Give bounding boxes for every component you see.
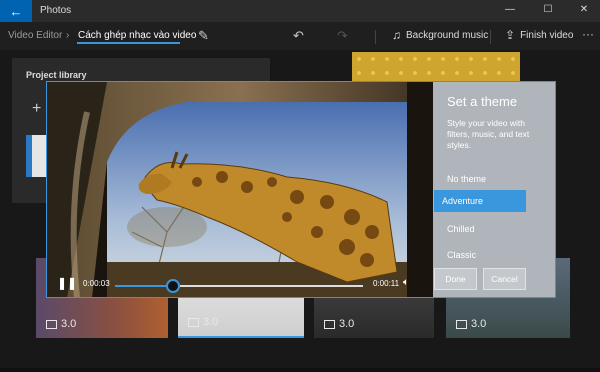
theme-option-chilled[interactable]: Chilled [447, 224, 475, 234]
title-bar: ← Photos — ☐ ✕ [0, 0, 600, 22]
toolbar-divider [375, 30, 376, 44]
end-time: 0:00:11 [373, 279, 400, 288]
back-button[interactable]: ← [0, 0, 32, 22]
image-icon [456, 319, 467, 329]
background-music-label: Background music [406, 29, 489, 41]
breadcrumb-active-underline [77, 42, 180, 44]
breadcrumb-video-editor[interactable]: Video Editor [8, 30, 62, 41]
finish-video-button[interactable]: ⇪ Finish video [505, 28, 573, 42]
app-title: Photos [40, 5, 72, 16]
toolbar: Video Editor › Cách ghép nhạc vào video … [0, 22, 600, 50]
back-arrow-icon: ← [9, 3, 23, 19]
current-time: 0:00:03 [83, 279, 110, 288]
theme-dialog-buttons: Done Cancel [434, 268, 526, 290]
theme-panel-title: Set a theme [447, 94, 518, 109]
tile-duration: 3.0 [324, 318, 354, 330]
theme-option-no-theme[interactable]: No theme [447, 174, 486, 184]
image-icon [188, 317, 199, 327]
giraffe-scene-image [47, 82, 433, 297]
tile-duration: 3.0 [188, 316, 218, 328]
breadcrumb-separator: › [66, 30, 70, 41]
more-options-icon[interactable]: ··· [582, 27, 594, 41]
volume-icon[interactable]: 🔈︎ [403, 277, 409, 288]
breadcrumb-project-name[interactable]: Cách ghép nhạc vào video [78, 30, 196, 41]
music-note-icon: ♫ [392, 28, 401, 42]
theme-option-classic[interactable]: Classic [447, 250, 476, 260]
minimize-button[interactable]: — [500, 4, 520, 15]
seek-thumb[interactable] [166, 279, 181, 293]
background-music-button[interactable]: ♫ Background music [392, 28, 488, 42]
image-icon [46, 319, 57, 329]
tile-duration: 3.0 [46, 318, 76, 330]
done-button[interactable]: Done [434, 268, 477, 290]
redo-icon[interactable]: ↷ [337, 28, 348, 44]
project-library-title: Project library [26, 70, 87, 80]
toolbar-divider [490, 30, 491, 44]
finish-video-label: Finish video [520, 29, 574, 41]
close-button[interactable]: ✕ [574, 4, 594, 15]
add-media-icon[interactable]: + [32, 100, 41, 118]
export-icon: ⇪ [505, 28, 516, 42]
cancel-button[interactable]: Cancel [483, 268, 526, 290]
seek-bar[interactable] [115, 279, 363, 293]
theme-panel: Set a theme Style your video with filter… [433, 82, 555, 297]
undo-icon[interactable]: ↶ [293, 28, 304, 44]
playback-controls: ❚❚ 0:00:03 0:00:11 🔈︎ [47, 270, 433, 297]
maximize-button[interactable]: ☐ [538, 4, 558, 15]
seek-bar-progress [115, 285, 174, 287]
pause-icon[interactable]: ❚❚ [57, 276, 77, 290]
video-preview: ❚❚ 0:00:03 0:00:11 🔈︎ [47, 82, 433, 297]
rename-pencil-icon[interactable]: ✎ [198, 28, 209, 44]
bottom-edge [0, 368, 600, 372]
image-icon [324, 319, 335, 329]
theme-panel-description: Style your video with filters, music, an… [447, 118, 530, 150]
theme-option-adventure[interactable]: Adventure [434, 190, 526, 212]
tile-duration: 3.0 [456, 318, 486, 330]
theme-dialog: ❚❚ 0:00:03 0:00:11 🔈︎ Set a theme Style … [46, 81, 556, 298]
